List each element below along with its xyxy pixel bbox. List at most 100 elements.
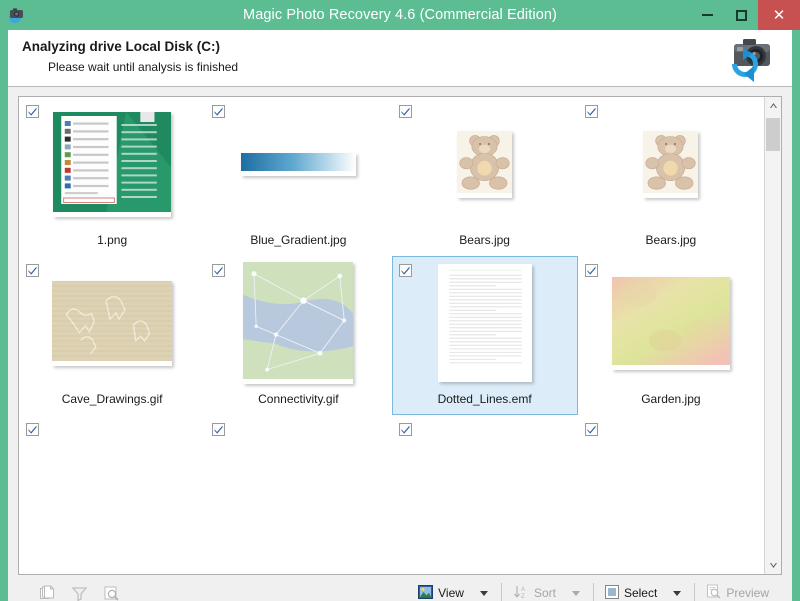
- thumbnail-checkbox[interactable]: [398, 264, 412, 277]
- thumbnail-cell[interactable]: 1.png: [19, 97, 205, 256]
- maximize-button[interactable]: [724, 0, 758, 30]
- thumbnail-grid-container: 1.png Blue_Gradient.jpg Bears.jpg Bears.…: [18, 96, 782, 575]
- camera-recovery-logo-icon: [724, 34, 776, 84]
- thumbnail-checkbox[interactable]: [398, 423, 412, 436]
- thumbnail-checkbox[interactable]: [26, 423, 39, 436]
- thumbnail-cell[interactable]: Blue_Gradient.jpg: [205, 97, 391, 256]
- preview-button[interactable]: Preview: [699, 581, 776, 601]
- select-dropdown-arrow[interactable]: [664, 587, 690, 600]
- thumbnail-caption: Cave_Drawings.gif: [61, 392, 163, 406]
- view-label: View: [438, 586, 464, 600]
- thumbnail-cell[interactable]: Bears.jpg: [578, 97, 764, 256]
- application-window: Magic Photo Recovery 4.6 (Commercial Edi…: [0, 0, 800, 601]
- copy-files-icon[interactable]: [34, 581, 60, 601]
- thumbnail-image: [52, 280, 173, 366]
- toolbar-divider: [694, 583, 696, 601]
- select-button[interactable]: Select: [598, 582, 664, 601]
- thumbnail-caption: Connectivity.gif: [258, 392, 339, 406]
- scroll-down-icon[interactable]: [765, 557, 781, 574]
- checkmark-icon: [28, 107, 37, 116]
- thumbnail-image-box: [579, 112, 763, 216]
- scrollbar-thumb[interactable]: [766, 118, 780, 151]
- toolbar-divider: [592, 583, 594, 601]
- find-icon[interactable]: [98, 581, 124, 601]
- checkbox-icon: [604, 584, 619, 601]
- maximize-icon: [735, 9, 747, 21]
- thumbnail-image-box: [579, 271, 763, 375]
- window-body: Analyzing drive Local Disk (C:) Please w…: [8, 30, 792, 601]
- thumbnail-checkbox[interactable]: [26, 264, 39, 277]
- chevron-down-icon: [479, 590, 488, 596]
- thumbnail-image: [53, 111, 172, 217]
- thumbnail-caption: 1.png: [97, 233, 128, 247]
- thumbnail-image: [437, 264, 532, 382]
- thumbnail-checkbox[interactable]: [398, 105, 412, 118]
- view-button[interactable]: View: [411, 582, 471, 601]
- app-icon[interactable]: [7, 6, 25, 24]
- thumbnail-image: [643, 130, 699, 198]
- thumbnail-caption: Garden.jpg: [641, 392, 701, 406]
- thumbnail-checkbox[interactable]: [212, 423, 226, 436]
- select-control[interactable]: Select: [598, 582, 690, 601]
- window-controls: ✕: [690, 0, 800, 30]
- thumbnail-cell[interactable]: Garden.jpg: [578, 256, 764, 415]
- thumbnail-cell[interactable]: [392, 415, 578, 574]
- thumbnail-caption: Dotted_Lines.emf: [437, 392, 532, 406]
- toolbar-divider: [500, 583, 502, 601]
- vertical-scrollbar[interactable]: [764, 97, 781, 574]
- thumbnail-checkbox[interactable]: [584, 423, 598, 436]
- toolbar-right-actions: View A Z Sort Select Preview: [411, 581, 780, 601]
- checkmark-icon: [214, 266, 223, 275]
- thumbnail-checkbox[interactable]: [584, 264, 598, 277]
- view-icon: [418, 584, 434, 601]
- select-label: Select: [623, 586, 658, 600]
- checkmark-icon: [28, 425, 37, 434]
- chevron-down-icon: [571, 590, 580, 596]
- thumbnail-image: [457, 130, 513, 198]
- thumbnail-cell[interactable]: [19, 415, 205, 574]
- thumbnail-caption: Blue_Gradient.jpg: [250, 233, 347, 247]
- minimize-button[interactable]: [690, 0, 724, 30]
- thumbnail-cell[interactable]: Connectivity.gif: [205, 256, 391, 415]
- thumbnail-image-box: [20, 271, 204, 375]
- thumbnail-cell[interactable]: [578, 415, 764, 574]
- checkmark-icon: [587, 425, 596, 434]
- sort-label: Sort: [533, 586, 556, 600]
- checkmark-icon: [401, 425, 409, 434]
- svg-text:A: A: [521, 587, 525, 593]
- thumbnail-image-box: [393, 112, 577, 216]
- thumbnail-image: [240, 152, 356, 176]
- sort-az-icon: A Z: [513, 585, 529, 601]
- thumbnail-cell[interactable]: [205, 415, 391, 574]
- filter-icon[interactable]: [66, 581, 92, 601]
- thumbnail-checkbox[interactable]: [26, 105, 39, 118]
- thumbnail-grid[interactable]: 1.png Blue_Gradient.jpg Bears.jpg Bears.…: [19, 97, 764, 574]
- thumbnail-caption: Bears.jpg: [645, 233, 697, 247]
- thumbnail-cell[interactable]: Bears.jpg: [392, 97, 578, 256]
- view-control[interactable]: View: [411, 582, 497, 601]
- thumbnail-checkbox[interactable]: [212, 105, 226, 118]
- page-title: Analyzing drive Local Disk (C:): [22, 39, 221, 54]
- sort-dropdown-arrow[interactable]: [563, 587, 589, 600]
- view-dropdown-arrow[interactable]: [471, 587, 497, 600]
- sort-button[interactable]: A Z Sort: [506, 582, 563, 601]
- scroll-up-icon[interactable]: [765, 97, 781, 114]
- thumbnail-checkbox[interactable]: [212, 264, 226, 277]
- checkmark-icon: [401, 107, 409, 116]
- thumbnail-cell[interactable]: Dotted_Lines.emf: [391, 256, 578, 415]
- thumbnail-image: [243, 262, 354, 384]
- sort-control[interactable]: A Z Sort: [506, 582, 589, 601]
- minimize-icon: [701, 14, 713, 16]
- preview-label: Preview: [726, 586, 769, 600]
- thumbnail-image: [611, 276, 730, 370]
- checkmark-icon: [214, 425, 223, 434]
- title-bar[interactable]: Magic Photo Recovery 4.6 (Commercial Edi…: [0, 0, 800, 30]
- checkmark-icon: [28, 266, 37, 275]
- grid-toolbar: View A Z Sort Select Preview: [18, 575, 782, 601]
- close-button[interactable]: ✕: [758, 0, 800, 30]
- thumbnail-cell[interactable]: Cave_Drawings.gif: [19, 256, 205, 415]
- thumbnail-checkbox[interactable]: [584, 105, 598, 118]
- checkmark-icon: [587, 107, 596, 116]
- scrollbar-track[interactable]: [765, 114, 781, 557]
- thumbnail-image-box: [206, 262, 390, 384]
